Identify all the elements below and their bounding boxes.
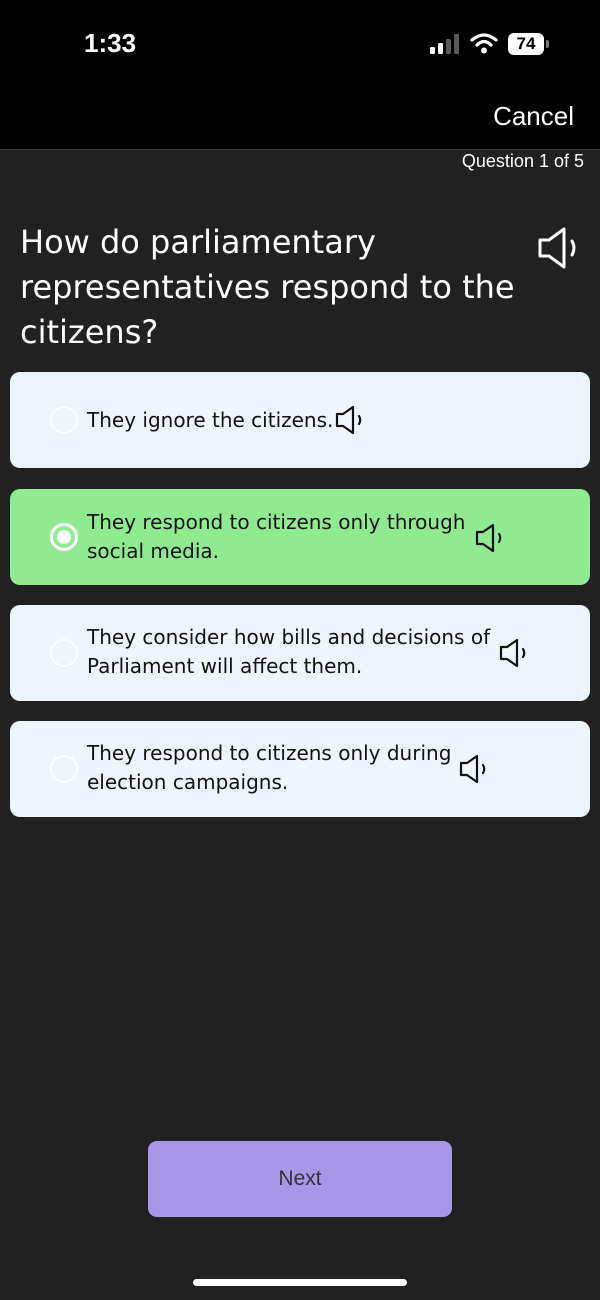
battery-tip <box>546 40 549 48</box>
answer-option-label: They ignore the citizens. <box>87 408 334 432</box>
speaker-icon[interactable] <box>458 753 490 785</box>
radio-button[interactable] <box>50 755 78 783</box>
cellular-signal-icon <box>430 34 459 54</box>
answer-option-3[interactable]: They consider how bills and decisions of… <box>10 605 590 701</box>
header-divider <box>0 149 600 150</box>
next-button[interactable]: Next <box>148 1141 452 1217</box>
radio-button[interactable] <box>50 406 78 434</box>
radio-button-checked[interactable] <box>50 523 78 551</box>
answer-option-label: They consider how bills and decisions of… <box>87 625 491 678</box>
radio-button[interactable] <box>50 639 78 667</box>
speaker-icon[interactable] <box>334 404 366 436</box>
answer-option-1[interactable]: They ignore the citizens. <box>10 372 590 468</box>
home-indicator[interactable] <box>193 1279 407 1286</box>
status-time: 1:33 <box>84 28 137 58</box>
answer-option-2[interactable]: They respond to citizens only through so… <box>10 489 590 585</box>
answer-option-label: They respond to citizens only through so… <box>87 510 466 563</box>
status-bar: 1:33 74 Cancel <box>0 0 600 150</box>
answer-option-4[interactable]: They respond to citizens only during ele… <box>10 721 590 817</box>
battery-icon: 74 <box>508 33 544 55</box>
speaker-icon[interactable] <box>474 522 506 554</box>
wifi-icon <box>470 33 498 54</box>
cancel-button[interactable]: Cancel <box>493 101 574 132</box>
question-text: How do parliamentary representatives res… <box>20 223 515 351</box>
question-progress: Question 1 of 5 <box>461 151 584 171</box>
answer-option-label: They respond to citizens only during ele… <box>87 741 452 794</box>
speaker-icon[interactable] <box>498 637 530 669</box>
speaker-icon[interactable] <box>534 224 582 272</box>
